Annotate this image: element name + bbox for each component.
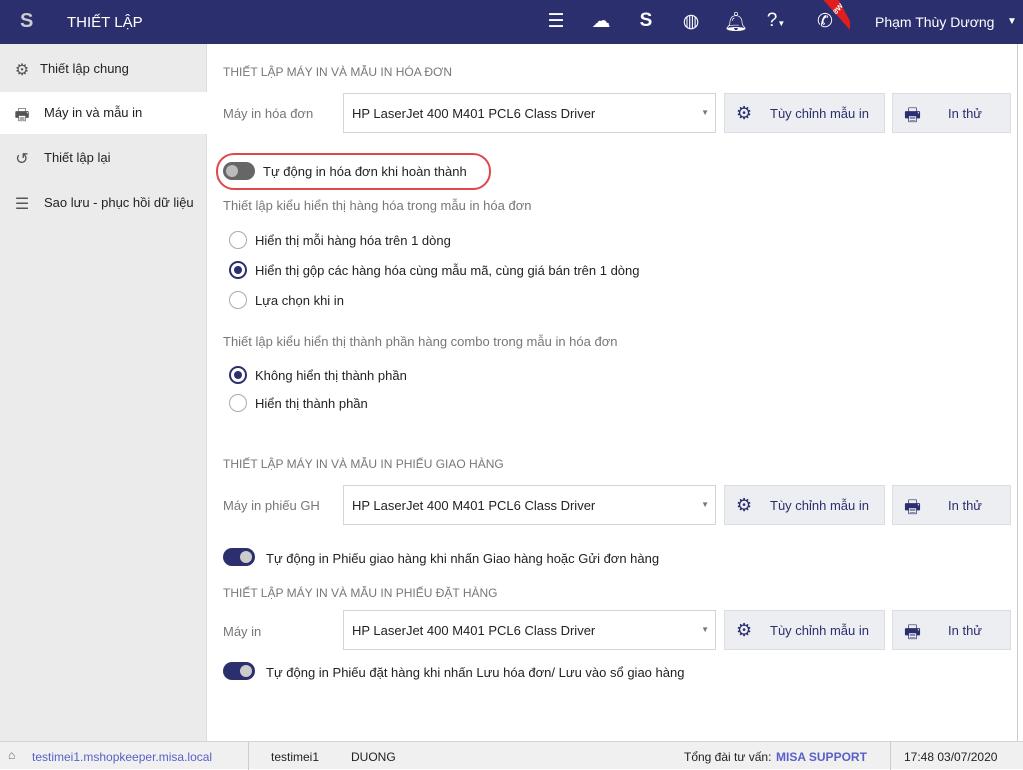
gear-icon: ⚙ <box>736 620 753 640</box>
printer-label: Máy in phiếu GH <box>223 498 320 513</box>
combo-subtitle: Thiết lập kiểu hiển thị thành phần hàng … <box>223 334 618 349</box>
display-subtitle: Thiết lập kiểu hiển thị hàng hóa trong m… <box>223 198 532 213</box>
chevron-down-icon: ▼ <box>701 500 709 509</box>
radio-label: Lựa chọn khi in <box>255 293 344 308</box>
auto-print-delivery-toggle[interactable] <box>223 548 255 566</box>
radio-label: Hiển thị thành phần <box>255 396 368 411</box>
cloud-sync-icon[interactable]: ☁ <box>589 10 613 33</box>
domain-link[interactable]: testimei1.mshopkeeper.misa.local <box>32 750 212 764</box>
toggle-label: Tự động in Phiếu giao hàng khi nhấn Giao… <box>266 551 660 566</box>
sidebar-item-general[interactable]: ⚙ Thiết lập chung <box>0 48 207 90</box>
radio-label: Hiển thị mỗi hàng hóa trên 1 dòng <box>255 233 451 248</box>
auto-print-order-toggle[interactable] <box>223 662 255 680</box>
gear-icon: ⚙ <box>736 495 753 515</box>
radio-display-grouped[interactable] <box>229 261 247 279</box>
reset-icon: ↺ <box>15 151 29 168</box>
home-icon: ⌂ <box>8 748 16 762</box>
section-title: THIẾT LẬP MÁY IN VÀ MẪU IN PHIẾU GIAO HÀ… <box>223 457 504 471</box>
test-print-button[interactable]: 🖶 In thử <box>892 610 1011 650</box>
order-printer-select[interactable]: HP LaserJet 400 M401 PCL6 Class Driver ▼ <box>343 610 716 650</box>
chevron-down-icon[interactable]: ▼ <box>1007 16 1017 27</box>
radio-label: Hiển thị gộp các hàng hóa cùng mẫu mã, c… <box>255 263 640 278</box>
delivery-printer-select[interactable]: HP LaserJet 400 M401 PCL6 Class Driver ▼ <box>343 485 716 525</box>
chevron-down-icon: ▼ <box>701 625 709 634</box>
status-bar: ⌂ testimei1.mshopkeeper.misa.local testi… <box>0 741 1023 770</box>
hotline-link[interactable]: MISA SUPPORT <box>776 750 867 764</box>
printer-label: Máy in hóa đơn <box>223 106 314 121</box>
radio-label: Không hiển thị thành phần <box>255 368 407 383</box>
top-header: S THIẾT LẬP ☰ ☁ S ◍ 🔔︎ ?▼ ✆ New Phạm Thù… <box>0 0 1023 44</box>
globe-icon[interactable]: ◍ <box>679 10 703 33</box>
sidebar-item-reset[interactable]: ↺ Thiết lập lại <box>0 137 207 179</box>
bell-icon[interactable]: 🔔︎ <box>724 10 748 34</box>
sidebar: ⚙ Thiết lập chung 🖶 Máy in và mẫu in ↺ Thiế… <box>0 44 207 741</box>
auto-print-invoice-toggle[interactable] <box>223 162 255 180</box>
toggle-label: Tự động in Phiếu đặt hàng khi nhấn Lưu h… <box>266 665 685 680</box>
sidebar-item-printers[interactable]: 🖶 Máy in và mẫu in <box>0 92 207 134</box>
datetime: 17:48 03/07/2020 <box>904 750 998 764</box>
user: DUONG <box>351 750 396 764</box>
printer-icon: 🖶 <box>904 497 921 517</box>
toggle-label: Tự động in hóa đơn khi hoàn thành <box>263 164 467 179</box>
radio-show-components[interactable] <box>229 394 247 412</box>
printer-icon: 🖶 <box>904 622 921 642</box>
app-logo-icon[interactable]: S <box>20 10 33 33</box>
radio-hide-components[interactable] <box>229 366 247 384</box>
printer-icon: 🖶 <box>904 105 921 125</box>
account: testimei1 <box>271 750 320 764</box>
s-app-icon[interactable]: S <box>634 10 658 32</box>
page-title: THIẾT LẬP <box>67 14 143 31</box>
help-icon[interactable]: ?▼ <box>764 10 788 32</box>
database-icon: ☰ <box>14 196 30 213</box>
radio-display-each[interactable] <box>229 231 247 249</box>
main-content: THIẾT LẬP MÁY IN VÀ MẪU IN HÓA ĐƠN Máy i… <box>207 44 1018 741</box>
radio-choose-when-print[interactable] <box>229 291 247 309</box>
gear-icon: ⚙ <box>736 103 753 123</box>
user-name[interactable]: Phạm Thùy Dương <box>875 14 994 30</box>
printer-icon: 🖶 <box>14 107 30 124</box>
customize-template-button[interactable]: ⚙ Tùy chỉnh mẫu in <box>724 610 885 650</box>
customize-template-button[interactable]: ⚙ Tùy chỉnh mẫu in <box>724 485 885 525</box>
menu-icon[interactable]: ☰ <box>544 10 568 33</box>
printer-label: Máy in <box>223 624 262 639</box>
chevron-down-icon: ▼ <box>701 108 709 117</box>
customize-template-button[interactable]: ⚙ Tùy chỉnh mẫu in <box>724 93 885 133</box>
sidebar-item-backup[interactable]: ☰ Sao lưu - phục hồi dữ liệu <box>0 182 207 224</box>
invoice-printer-select[interactable]: HP LaserJet 400 M401 PCL6 Class Driver ▼ <box>343 93 716 133</box>
phone-icon[interactable]: ✆ <box>813 10 837 33</box>
hotline-label: Tổng đài tư vấn: <box>684 750 772 764</box>
section-title: THIẾT LẬP MÁY IN VÀ MẪU IN HÓA ĐƠN <box>223 65 453 79</box>
gear-icon: ⚙ <box>14 62 30 79</box>
test-print-button[interactable]: 🖶 In thử <box>892 485 1011 525</box>
section-title: THIẾT LẬP MÁY IN VÀ MẪU IN PHIẾU ĐẶT HÀN… <box>223 586 498 600</box>
test-print-button[interactable]: 🖶 In thử <box>892 93 1011 133</box>
